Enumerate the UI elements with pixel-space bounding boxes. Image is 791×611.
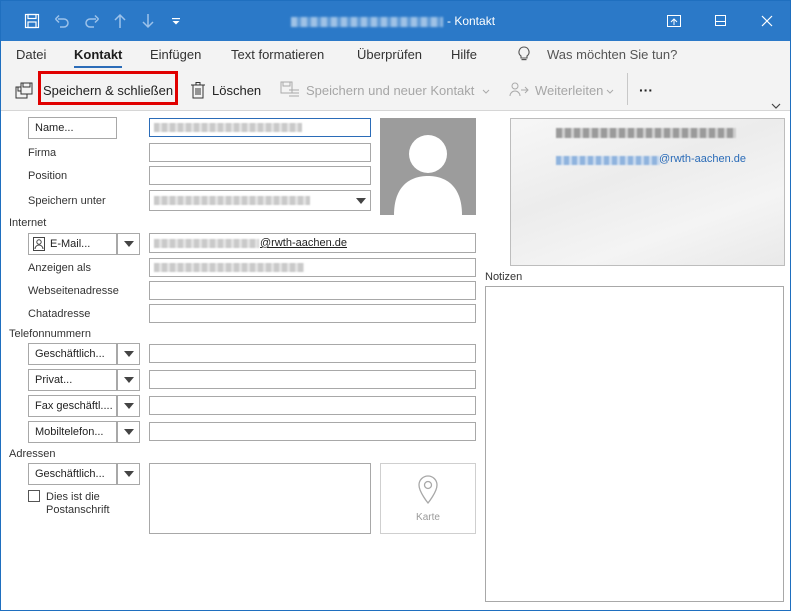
- redacted-text: [556, 156, 660, 165]
- notes-label: Notizen: [485, 271, 523, 283]
- business-card-preview[interactable]: @rwth-aachen.de: [510, 118, 785, 266]
- internet-section-label: Internet: [9, 217, 47, 229]
- mailing-address-checkbox[interactable]: [28, 490, 40, 502]
- company-field[interactable]: [149, 143, 371, 162]
- file-as-dropdown[interactable]: [149, 190, 371, 211]
- address-section-label: Adressen: [9, 448, 56, 460]
- notes-textarea[interactable]: [485, 286, 784, 602]
- phone-type-button-business[interactable]: Geschäftlich...: [28, 343, 117, 365]
- up-arrow-icon[interactable]: [105, 1, 135, 41]
- ribbon-tabs: Datei Kontakt Einfügen Text formatieren …: [1, 41, 790, 69]
- phone-field-home[interactable]: [149, 370, 476, 389]
- ribbon-separator: [627, 73, 628, 105]
- display-as-label: Anzeigen als: [28, 262, 91, 274]
- redacted-text: [154, 123, 302, 132]
- window-title: - Kontakt: [291, 14, 495, 28]
- im-address-label: Chatadresse: [28, 308, 91, 320]
- map-label: Karte: [416, 511, 440, 523]
- title-bar: - Kontakt: [1, 1, 790, 41]
- email-button[interactable]: E-Mail...: [28, 233, 117, 255]
- down-arrow-icon[interactable]: [133, 1, 163, 41]
- display-as-field[interactable]: [149, 258, 476, 277]
- phone-type-dropdown[interactable]: [117, 395, 140, 417]
- phone-type-dropdown[interactable]: [117, 343, 140, 365]
- forward-button[interactable]: Weiterleiten: [509, 77, 614, 103]
- more-commands-button[interactable]: ···: [639, 77, 653, 103]
- chevron-down-icon: [123, 351, 134, 357]
- phone-type-button-home[interactable]: Privat...: [28, 369, 117, 391]
- tab-datei[interactable]: Datei: [16, 47, 46, 62]
- chevron-down-icon: [123, 377, 134, 383]
- firma-label: Firma: [28, 147, 57, 159]
- save-new-label: Speichern und neuer Kontakt: [306, 82, 475, 98]
- webpage-field[interactable]: [149, 281, 476, 300]
- ribbon-display-icon[interactable]: [651, 1, 697, 41]
- tab-einfuegen[interactable]: Einfügen: [150, 47, 201, 62]
- delete-label: Löschen: [212, 82, 262, 98]
- address-type-button[interactable]: Geschäftlich...: [28, 463, 117, 485]
- chevron-down-icon: [123, 403, 134, 409]
- address-type-dropdown[interactable]: [117, 463, 140, 485]
- position-label: Position: [28, 170, 68, 182]
- phone-field-mobile[interactable]: [149, 422, 476, 441]
- save-icon[interactable]: [17, 1, 47, 41]
- redacted-text: [154, 239, 259, 248]
- map-pin-icon: [417, 474, 439, 508]
- chevron-down-icon: [606, 83, 614, 98]
- tab-kontakt[interactable]: Kontakt: [74, 47, 123, 68]
- name-button[interactable]: Name...: [28, 117, 117, 139]
- address-textarea[interactable]: [149, 463, 371, 534]
- delete-button[interactable]: Löschen: [190, 77, 261, 103]
- chevron-down-icon: [482, 83, 490, 98]
- redacted-text: [556, 128, 736, 138]
- lightbulb-icon: [518, 46, 530, 65]
- position-field[interactable]: [149, 166, 371, 185]
- contact-window: - Kontakt Datei Kontakt Einfügen Text fo…: [0, 0, 791, 611]
- close-icon[interactable]: [744, 1, 790, 41]
- title-redacted: [291, 16, 443, 27]
- chevron-down-icon: [123, 429, 134, 435]
- ribbon-collapse-icon[interactable]: [771, 93, 781, 119]
- maximize-icon[interactable]: [698, 1, 744, 41]
- forward-label: Weiterleiten: [535, 82, 604, 98]
- phone-section-label: Telefonnummern: [9, 328, 91, 340]
- save-close-icon[interactable]: [15, 78, 35, 104]
- chevron-down-icon: [123, 471, 134, 477]
- tell-me-search[interactable]: Was möchten Sie tun?: [547, 47, 677, 62]
- mailing-address-label: Dies ist die Postanschrift: [46, 491, 110, 516]
- phone-field-business[interactable]: [149, 344, 476, 363]
- email-button-label: E-Mail...: [50, 238, 91, 250]
- phone-field-fax[interactable]: [149, 396, 476, 415]
- redacted-text: [154, 196, 310, 205]
- save-new-button[interactable]: Speichern und neuer Kontakt: [280, 77, 490, 103]
- undo-icon[interactable]: [47, 1, 77, 41]
- im-address-field[interactable]: [149, 304, 476, 323]
- phone-type-dropdown[interactable]: [117, 421, 140, 443]
- contact-photo[interactable]: [380, 118, 476, 215]
- webpage-label: Webseitenadresse: [28, 285, 119, 297]
- customize-qat-icon[interactable]: [161, 1, 191, 41]
- chevron-down-icon: [123, 241, 134, 247]
- card-email-domain: @rwth-aachen.de: [659, 153, 746, 165]
- phone-type-button-fax[interactable]: Fax geschäftl....: [28, 395, 117, 417]
- email-domain: @rwth-aachen.de: [260, 237, 347, 249]
- map-button[interactable]: Karte: [380, 463, 476, 534]
- trash-icon: [190, 81, 206, 99]
- full-name-field[interactable]: [149, 118, 371, 137]
- forward-contact-icon: [509, 81, 529, 99]
- highlight-box: [38, 71, 178, 105]
- tab-ueberpruefen[interactable]: Überprüfen: [357, 47, 422, 62]
- save-new-contact-icon: [280, 81, 300, 99]
- chevron-down-icon: [356, 198, 366, 204]
- redacted-text: [154, 263, 304, 272]
- contact-card-icon: [33, 237, 45, 251]
- file-as-label: Speichern unter: [28, 195, 106, 207]
- phone-type-dropdown[interactable]: [117, 369, 140, 391]
- email-field[interactable]: @rwth-aachen.de: [149, 233, 476, 253]
- redo-icon[interactable]: [77, 1, 107, 41]
- tab-hilfe[interactable]: Hilfe: [451, 47, 477, 62]
- phone-type-button-mobile[interactable]: Mobiltelefon...: [28, 421, 117, 443]
- tab-text-formatieren[interactable]: Text formatieren: [231, 47, 324, 62]
- email-type-dropdown[interactable]: [117, 233, 140, 255]
